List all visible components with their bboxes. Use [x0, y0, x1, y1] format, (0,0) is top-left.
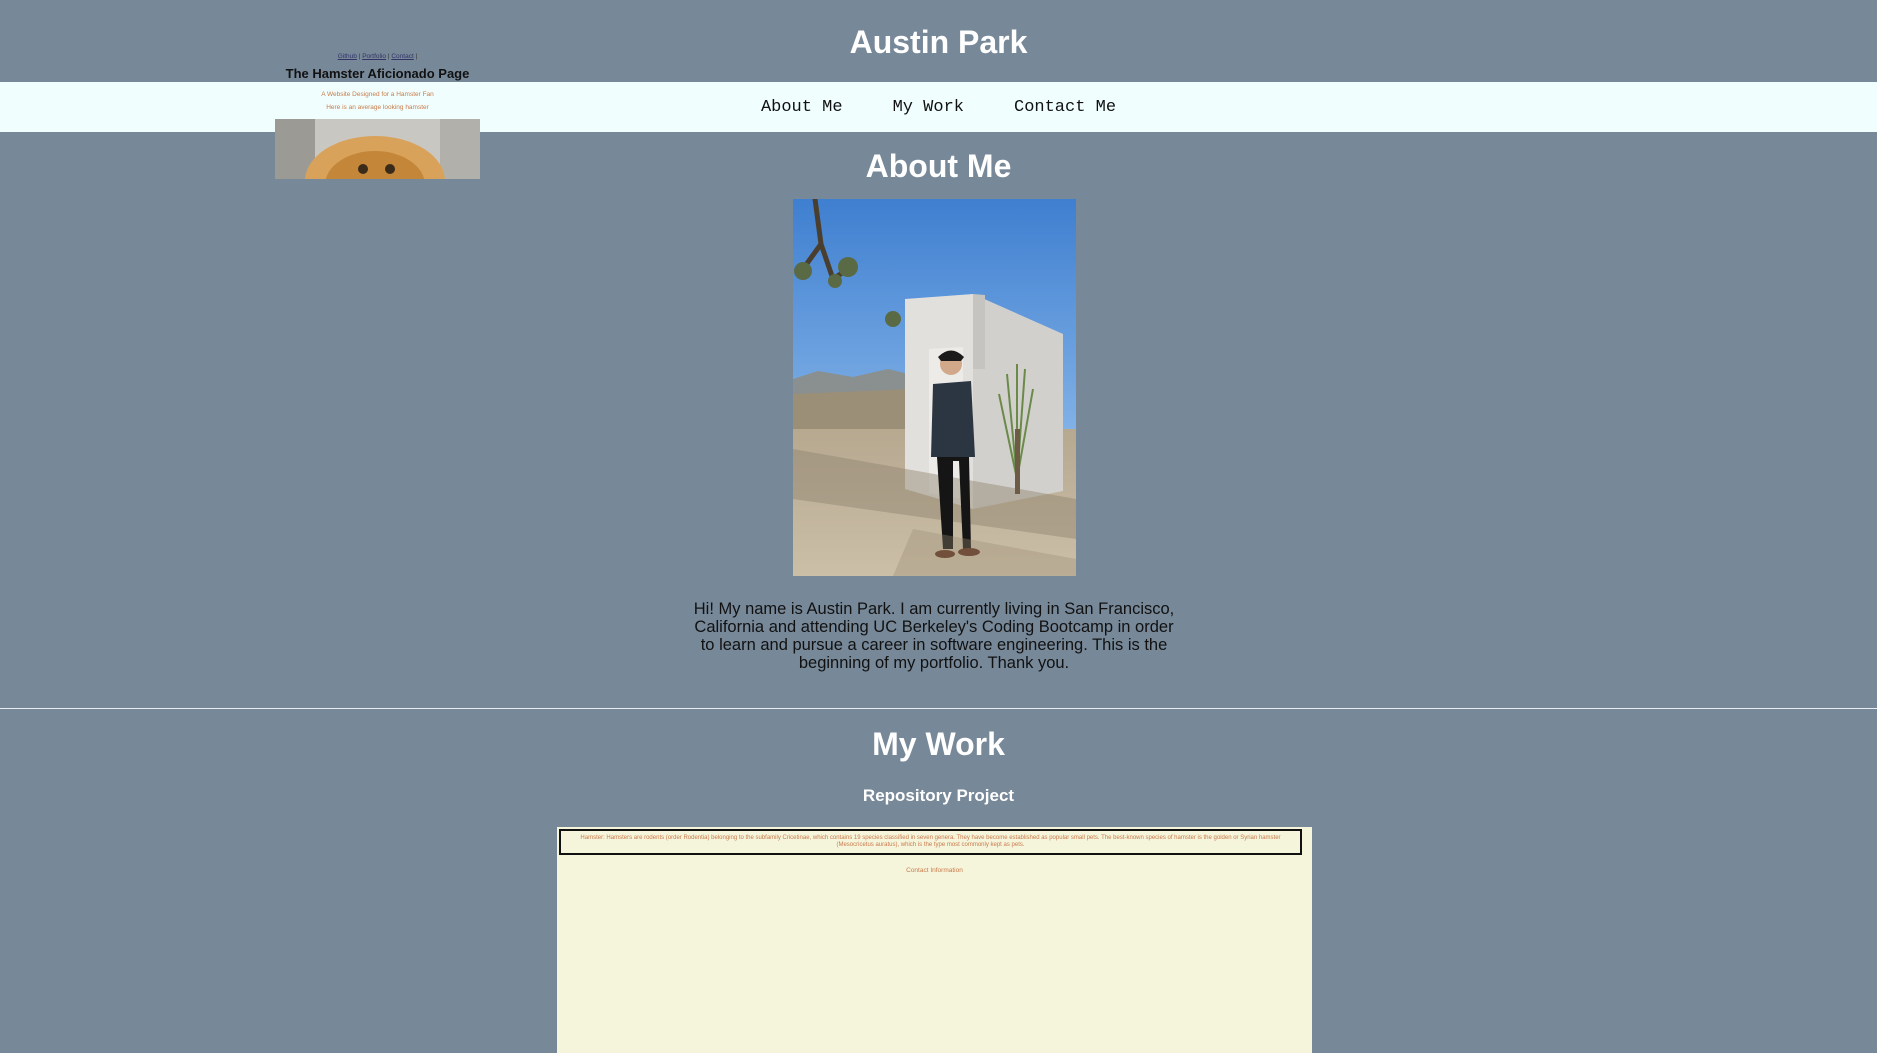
section-divider	[0, 708, 1877, 709]
preview-links: Github | Portfolio | Contact |	[0, 53, 1312, 1053]
nav-link-my-work[interactable]: My Work	[893, 98, 964, 117]
work-heading: My Work	[872, 726, 1005, 762]
project-title: Repository Project	[862, 786, 1015, 805]
project-preview-link[interactable]	[557, 880, 1312, 1053]
profile-photo	[793, 199, 1076, 576]
nav-link-about-me[interactable]: About Me	[761, 98, 843, 117]
nav-link-contact-me[interactable]: Contact Me	[1014, 98, 1116, 117]
preview-intro-box: Hamster: Hamsters are rodents (order Rod…	[559, 829, 1302, 855]
preview-contact-label: Contact Information	[906, 867, 963, 874]
bio-text: Hi! My name is Austin Park. I am current…	[693, 600, 1175, 672]
preview-subtitle: A Website Designed for a Hamster Fan	[321, 91, 434, 98]
preview-page-title: The Hamster Aficionado Page	[285, 66, 470, 81]
preview-link-contact: Contact	[391, 53, 414, 60]
preview-caption: Here is an average looking hamster	[326, 104, 429, 111]
preview-link-portfolio: Portfolio	[362, 53, 387, 60]
site-title: Austin Park	[849, 23, 1028, 60]
hamster-photo	[275, 119, 480, 179]
